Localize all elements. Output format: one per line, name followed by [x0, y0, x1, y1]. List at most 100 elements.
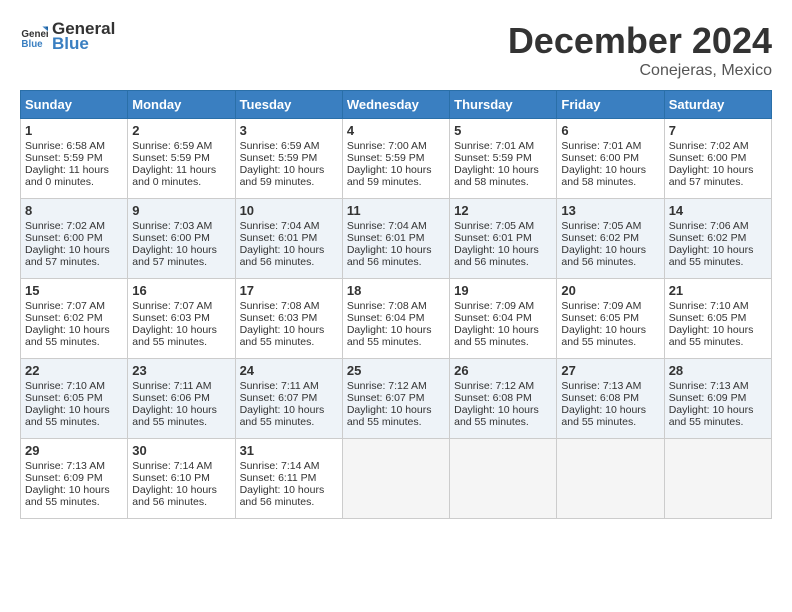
sunset-text: Sunset: 6:05 PM — [561, 312, 639, 324]
day-cell-1: 1Sunrise: 6:58 AMSunset: 5:59 PMDaylight… — [21, 119, 128, 199]
sunset-text: Sunset: 6:03 PM — [240, 312, 318, 324]
day-cell-26: 26Sunrise: 7:12 AMSunset: 6:08 PMDayligh… — [450, 359, 557, 439]
day-number: 24 — [240, 363, 338, 378]
sunset-text: Sunset: 6:05 PM — [25, 392, 103, 404]
sunrise-text: Sunrise: 7:13 AM — [25, 460, 105, 472]
empty-cell — [664, 439, 771, 519]
day-number: 3 — [240, 123, 338, 138]
day-cell-2: 2Sunrise: 6:59 AMSunset: 5:59 PMDaylight… — [128, 119, 235, 199]
day-cell-6: 6Sunrise: 7:01 AMSunset: 6:00 PMDaylight… — [557, 119, 664, 199]
day-cell-22: 22Sunrise: 7:10 AMSunset: 6:05 PMDayligh… — [21, 359, 128, 439]
sunrise-text: Sunrise: 7:01 AM — [454, 140, 534, 152]
day-number: 31 — [240, 443, 338, 458]
sunset-text: Sunset: 6:00 PM — [132, 232, 210, 244]
day-number: 20 — [561, 283, 659, 298]
day-number: 25 — [347, 363, 445, 378]
daylight-text: Daylight: 10 hours and 55 minutes. — [25, 324, 110, 348]
daylight-text: Daylight: 10 hours and 55 minutes. — [561, 404, 646, 428]
title-area: December 2024 Conejeras, Mexico — [508, 20, 772, 80]
daylight-text: Daylight: 10 hours and 55 minutes. — [669, 244, 754, 268]
sunrise-text: Sunrise: 7:02 AM — [25, 220, 105, 232]
day-number: 21 — [669, 283, 767, 298]
sunrise-text: Sunrise: 7:06 AM — [669, 220, 749, 232]
sunset-text: Sunset: 6:01 PM — [240, 232, 318, 244]
day-cell-23: 23Sunrise: 7:11 AMSunset: 6:06 PMDayligh… — [128, 359, 235, 439]
day-number: 1 — [25, 123, 123, 138]
header-sunday: Sunday — [21, 91, 128, 119]
sunrise-text: Sunrise: 6:58 AM — [25, 140, 105, 152]
day-cell-28: 28Sunrise: 7:13 AMSunset: 6:09 PMDayligh… — [664, 359, 771, 439]
daylight-text: Daylight: 10 hours and 55 minutes. — [132, 324, 217, 348]
empty-cell — [450, 439, 557, 519]
sunset-text: Sunset: 6:02 PM — [561, 232, 639, 244]
sunrise-text: Sunrise: 7:12 AM — [454, 380, 534, 392]
header-monday: Monday — [128, 91, 235, 119]
day-cell-10: 10Sunrise: 7:04 AMSunset: 6:01 PMDayligh… — [235, 199, 342, 279]
sunset-text: Sunset: 6:02 PM — [669, 232, 747, 244]
header-row: SundayMondayTuesdayWednesdayThursdayFrid… — [21, 91, 772, 119]
day-cell-4: 4Sunrise: 7:00 AMSunset: 5:59 PMDaylight… — [342, 119, 449, 199]
daylight-text: Daylight: 10 hours and 56 minutes. — [561, 244, 646, 268]
sunrise-text: Sunrise: 6:59 AM — [132, 140, 212, 152]
day-number: 17 — [240, 283, 338, 298]
header-friday: Friday — [557, 91, 664, 119]
sunrise-text: Sunrise: 6:59 AM — [240, 140, 320, 152]
sunrise-text: Sunrise: 7:04 AM — [347, 220, 427, 232]
daylight-text: Daylight: 10 hours and 56 minutes. — [347, 244, 432, 268]
daylight-text: Daylight: 11 hours and 0 minutes. — [132, 164, 216, 188]
sunset-text: Sunset: 6:11 PM — [240, 472, 317, 484]
daylight-text: Daylight: 10 hours and 57 minutes. — [669, 164, 754, 188]
sunset-text: Sunset: 6:04 PM — [347, 312, 425, 324]
sunset-text: Sunset: 6:08 PM — [454, 392, 532, 404]
month-title: December 2024 — [508, 20, 772, 62]
day-cell-24: 24Sunrise: 7:11 AMSunset: 6:07 PMDayligh… — [235, 359, 342, 439]
day-number: 27 — [561, 363, 659, 378]
day-number: 28 — [669, 363, 767, 378]
sunrise-text: Sunrise: 7:08 AM — [240, 300, 320, 312]
day-number: 14 — [669, 203, 767, 218]
day-cell-31: 31Sunrise: 7:14 AMSunset: 6:11 PMDayligh… — [235, 439, 342, 519]
week-row-2: 8Sunrise: 7:02 AMSunset: 6:00 PMDaylight… — [21, 199, 772, 279]
daylight-text: Daylight: 10 hours and 56 minutes. — [132, 484, 217, 508]
sunset-text: Sunset: 6:07 PM — [347, 392, 425, 404]
day-number: 2 — [132, 123, 230, 138]
sunset-text: Sunset: 6:01 PM — [454, 232, 532, 244]
day-cell-5: 5Sunrise: 7:01 AMSunset: 5:59 PMDaylight… — [450, 119, 557, 199]
day-number: 8 — [25, 203, 123, 218]
daylight-text: Daylight: 10 hours and 55 minutes. — [669, 324, 754, 348]
sunrise-text: Sunrise: 7:10 AM — [25, 380, 105, 392]
day-cell-20: 20Sunrise: 7:09 AMSunset: 6:05 PMDayligh… — [557, 279, 664, 359]
sunset-text: Sunset: 6:09 PM — [25, 472, 103, 484]
daylight-text: Daylight: 10 hours and 58 minutes. — [454, 164, 539, 188]
day-number: 6 — [561, 123, 659, 138]
sunrise-text: Sunrise: 7:11 AM — [132, 380, 211, 392]
daylight-text: Daylight: 11 hours and 0 minutes. — [25, 164, 109, 188]
week-row-5: 29Sunrise: 7:13 AMSunset: 6:09 PMDayligh… — [21, 439, 772, 519]
empty-cell — [557, 439, 664, 519]
sunrise-text: Sunrise: 7:13 AM — [669, 380, 749, 392]
day-cell-16: 16Sunrise: 7:07 AMSunset: 6:03 PMDayligh… — [128, 279, 235, 359]
daylight-text: Daylight: 10 hours and 57 minutes. — [132, 244, 217, 268]
daylight-text: Daylight: 10 hours and 55 minutes. — [454, 404, 539, 428]
day-cell-27: 27Sunrise: 7:13 AMSunset: 6:08 PMDayligh… — [557, 359, 664, 439]
sunrise-text: Sunrise: 7:14 AM — [132, 460, 212, 472]
daylight-text: Daylight: 10 hours and 55 minutes. — [240, 404, 325, 428]
sunrise-text: Sunrise: 7:07 AM — [132, 300, 212, 312]
sunset-text: Sunset: 6:09 PM — [669, 392, 747, 404]
sunset-text: Sunset: 6:02 PM — [25, 312, 103, 324]
sunset-text: Sunset: 5:59 PM — [347, 152, 425, 164]
day-cell-17: 17Sunrise: 7:08 AMSunset: 6:03 PMDayligh… — [235, 279, 342, 359]
day-number: 4 — [347, 123, 445, 138]
sunset-text: Sunset: 6:00 PM — [561, 152, 639, 164]
header-saturday: Saturday — [664, 91, 771, 119]
day-number: 11 — [347, 203, 445, 218]
header-tuesday: Tuesday — [235, 91, 342, 119]
sunset-text: Sunset: 6:01 PM — [347, 232, 425, 244]
week-row-4: 22Sunrise: 7:10 AMSunset: 6:05 PMDayligh… — [21, 359, 772, 439]
day-cell-21: 21Sunrise: 7:10 AMSunset: 6:05 PMDayligh… — [664, 279, 771, 359]
svg-text:Blue: Blue — [21, 38, 43, 49]
daylight-text: Daylight: 10 hours and 55 minutes. — [132, 404, 217, 428]
day-number: 23 — [132, 363, 230, 378]
sunset-text: Sunset: 6:04 PM — [454, 312, 532, 324]
sunrise-text: Sunrise: 7:00 AM — [347, 140, 427, 152]
